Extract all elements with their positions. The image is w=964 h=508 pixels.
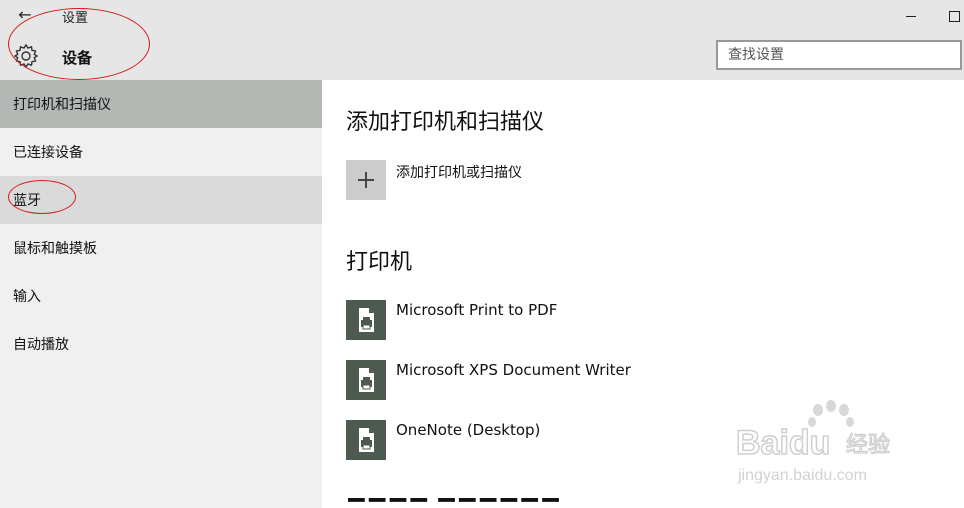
baidu-watermark-logo: Baidu 经验 jingyan.baidu.com [736,400,891,484]
sidebar-item-autoplay[interactable]: 自动播放 [0,320,322,368]
add-printer-button[interactable] [346,160,386,200]
printer-item[interactable]: Microsoft XPS Document Writer [346,360,866,404]
sidebar-nav: 打印机和扫描仪 已连接设备 蓝牙 鼠标和触摸板 输入 自动播放 [0,80,322,508]
sidebar-item-label: 鼠标和触摸板 [13,241,97,257]
printer-icon [346,420,386,460]
sidebar-item-typing[interactable]: 输入 [0,272,322,320]
annotation-ellipse-bluetooth [8,180,76,214]
printer-item[interactable]: Microsoft Print to PDF [346,300,866,344]
sidebar-item-label: 自动播放 [13,337,69,353]
minimize-icon[interactable] [902,8,920,24]
printer-name: Microsoft XPS Document Writer [396,361,631,379]
sidebar-item-label: 打印机和扫描仪 [13,97,111,113]
add-printer-label[interactable]: 添加打印机或扫描仪 [396,162,522,182]
sidebar-item-connected-devices[interactable]: 已连接设备 [0,128,322,176]
section-title-add: 添加打印机和扫描仪 [346,110,545,135]
search-input[interactable] [728,46,948,64]
search-box[interactable] [716,40,962,70]
printer-icon [346,300,386,340]
watermark-brand-suffix: 经验 [846,433,890,458]
section-title-cut-off: ■■■■ ■■■■■■ [346,498,561,508]
printer-name: Microsoft Print to PDF [396,301,558,319]
sidebar-item-mouse-touchpad[interactable]: 鼠标和触摸板 [0,224,322,272]
sidebar-item-printers-scanners[interactable]: 打印机和扫描仪 [0,80,322,128]
maximize-icon[interactable] [946,8,964,24]
printer-icon [346,360,386,400]
section-title-printers: 打印机 [346,250,413,275]
sidebar-item-label: 输入 [13,289,41,305]
printer-name: OneNote (Desktop) [396,421,541,439]
watermark-url: jingyan.baidu.com [737,467,867,484]
sidebar-item-label: 已连接设备 [13,145,83,161]
annotation-ellipse-header [8,8,150,80]
watermark-brand: Baidu [736,424,830,462]
